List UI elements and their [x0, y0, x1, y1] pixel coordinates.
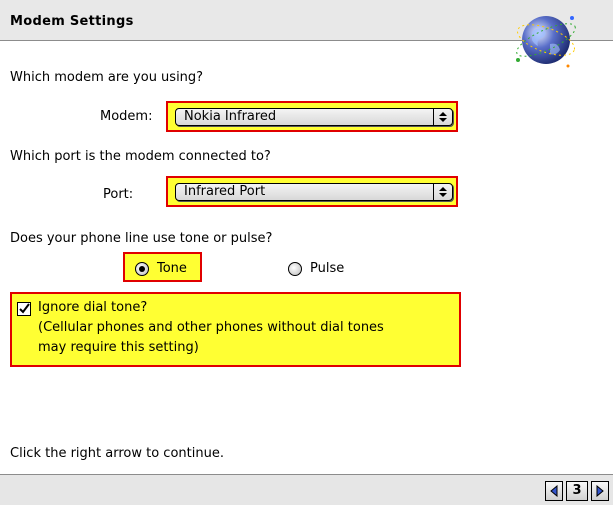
modem-label: Modem: — [100, 109, 153, 124]
updown-arrows-icon — [433, 184, 452, 200]
port-question: Which port is the modem connected to? — [10, 149, 271, 164]
port-select-value: Infrared Port — [184, 184, 266, 199]
page-number: 3 — [566, 481, 588, 501]
ignore-dial-tone-checkbox[interactable] — [17, 302, 31, 316]
tone-radio[interactable] — [135, 262, 149, 276]
dial-question: Does your phone line use tone or pulse? — [10, 231, 273, 246]
continue-instruction: Click the right arrow to continue. — [10, 446, 224, 461]
tone-label[interactable]: Tone — [157, 261, 187, 276]
port-select[interactable]: Infrared Port — [175, 183, 453, 201]
left-arrow-icon — [550, 485, 558, 497]
modem-select[interactable]: Nokia Infrared — [175, 108, 453, 126]
back-arrow-button[interactable] — [545, 481, 563, 501]
dial-tone-note-line2: may require this setting) — [38, 340, 199, 355]
pulse-label[interactable]: Pulse — [310, 261, 344, 276]
checkmark-icon — [19, 303, 30, 314]
modem-select-value: Nokia Infrared — [184, 109, 277, 124]
port-label: Port: — [103, 187, 134, 202]
page-title: Modem Settings — [10, 14, 134, 29]
ignore-dial-tone-label[interactable]: Ignore dial tone? — [38, 300, 147, 315]
footer-bar: 3 — [0, 474, 613, 505]
pulse-radio[interactable] — [288, 262, 302, 276]
updown-arrows-icon — [433, 109, 452, 125]
dial-tone-note-line1: (Cellular phones and other phones withou… — [38, 320, 384, 335]
forward-arrow-button[interactable] — [591, 481, 609, 501]
right-arrow-icon — [596, 485, 604, 497]
globe-icon — [516, 16, 576, 68]
modem-question: Which modem are you using? — [10, 70, 204, 85]
